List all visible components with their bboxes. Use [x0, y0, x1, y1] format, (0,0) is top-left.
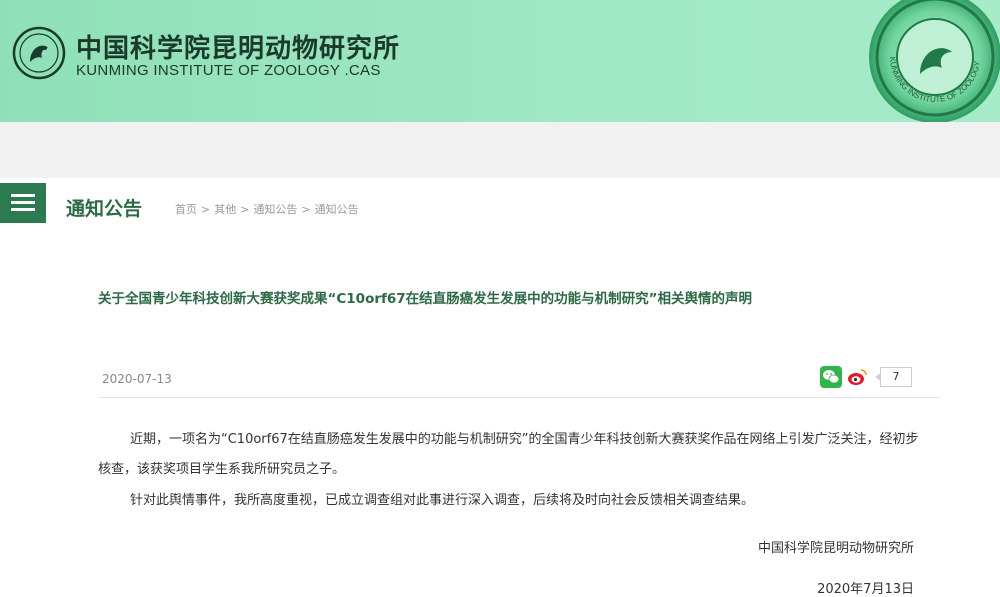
menu-button[interactable] — [0, 183, 46, 223]
breadcrumb-home[interactable]: 首页 — [175, 203, 197, 216]
seal-emblem-icon: KUNMING INSTITUTE OF ZOOLOGY — [860, 0, 1000, 122]
signature-date: 2020年7月13日 — [817, 582, 914, 597]
breadcrumb: 首页 > 其他 > 通知公告 > 通知公告 — [175, 201, 359, 217]
article-date: 2020-07-13 — [102, 372, 172, 386]
share-count: 7 — [875, 367, 912, 387]
institute-logo-icon[interactable] — [12, 26, 66, 80]
article-paragraph: 针对此舆情事件，我所高度重视，已成立调查组对此事进行深入调查，后续将及时向社会反… — [130, 493, 755, 508]
breadcrumb-sep: > — [240, 203, 250, 216]
weibo-icon[interactable] — [846, 366, 868, 388]
article-paragraph: 近期，一项名为“C10orf67在结直肠癌发生发展中的功能与机制研究”的全国青少… — [98, 432, 919, 477]
breadcrumb-current[interactable]: 通知公告 — [315, 203, 359, 216]
share-bar: 7 — [820, 366, 912, 388]
divider — [98, 397, 940, 398]
menu-icon-bar — [11, 201, 35, 204]
breadcrumb-notices[interactable]: 通知公告 — [253, 203, 297, 216]
menu-icon — [11, 194, 35, 197]
section-title: 通知公告 — [66, 198, 143, 220]
article-title: 关于全国青少年科技创新大赛获奖成果“C10orf67在结直肠癌发生发展中的功能与… — [98, 291, 753, 307]
wechat-icon[interactable] — [820, 366, 842, 388]
breadcrumb-sep: > — [201, 203, 211, 216]
site-header: 中国科学院昆明动物研究所 KUNMING INSTITUTE OF ZOOLOG… — [0, 0, 1000, 122]
institute-name-en: KUNMING INSTITUTE OF ZOOLOGY .CAS — [76, 62, 381, 79]
breadcrumb-other[interactable]: 其他 — [214, 203, 236, 216]
gray-band — [0, 122, 1000, 178]
institute-name-cn: 中国科学院昆明动物研究所 — [76, 34, 401, 64]
menu-icon-bar — [11, 208, 35, 211]
signature: 中国科学院昆明动物研究所 — [757, 541, 914, 556]
breadcrumb-sep: > — [301, 203, 311, 216]
